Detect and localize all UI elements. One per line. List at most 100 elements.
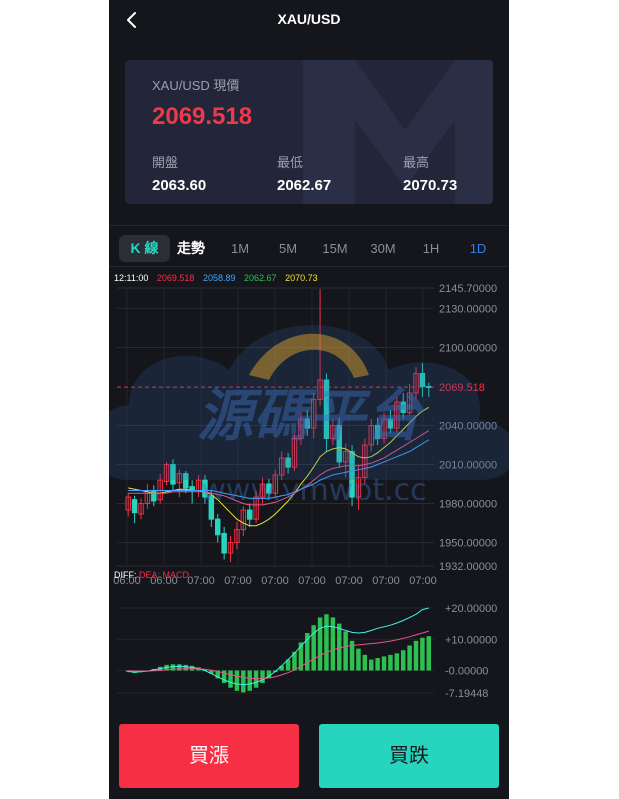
macd-bar: [420, 637, 425, 671]
price-summary-card: XAU/USD 現價 2069.518 開盤 2063.60 最低 2062.6…: [125, 60, 493, 204]
candle: [349, 451, 355, 498]
candle: [304, 418, 311, 429]
macd-bar: [324, 614, 329, 671]
diff-label: DIFF:: [114, 570, 137, 580]
y-tick-label: 2010.00000: [439, 460, 497, 472]
macd-bar: [362, 654, 368, 671]
macd-bar: [260, 670, 265, 684]
y-tick-label: -0.00000: [445, 666, 488, 678]
buy-down-button[interactable]: 買跌: [319, 724, 499, 788]
candle: [419, 372, 426, 387]
x-tick-label: 07:00: [224, 575, 252, 587]
tab-trend[interactable]: 走勢: [172, 232, 210, 265]
macd-bar: [228, 670, 233, 688]
app-screen: XAU/USD XAU/USD 現價 2069.518 開盤 2063.60 最…: [109, 0, 509, 799]
candle: [208, 495, 215, 520]
x-tick-label: 07:00: [261, 575, 289, 587]
buy-up-button[interactable]: 買漲: [119, 724, 299, 788]
macd-bar: [394, 653, 400, 671]
candle: [221, 532, 227, 554]
y-tick-label: 1980.00000: [439, 499, 497, 511]
y-tick-label: -7.19448: [445, 688, 488, 700]
price-legend: 12:11:00 2069.518 2058.89 2062.67 2070.7…: [114, 273, 324, 283]
candle: [374, 425, 381, 440]
y-tick-label: 2069.518: [439, 382, 485, 394]
x-tick-label: 07:00: [298, 575, 326, 587]
macd-bar: [413, 640, 419, 671]
macd-bar: [177, 664, 182, 671]
tab-interval-15m[interactable]: 15M: [317, 232, 353, 265]
tab-interval-30m[interactable]: 30M: [365, 232, 401, 265]
tab-kline[interactable]: K 線: [119, 235, 170, 262]
candle: [215, 518, 221, 536]
legend-close: 2069.518: [156, 273, 195, 283]
legend-ma-green: 2062.67: [244, 273, 277, 283]
macd-bar: [330, 617, 336, 671]
high-value: 2070.73: [403, 177, 458, 194]
macd-bar: [234, 670, 240, 691]
macd-bar: [375, 658, 380, 671]
y-tick-label: 2100.00000: [439, 342, 497, 354]
chart-tabs: K 線 走勢 1M 5M 15M 30M 1H 1D: [109, 232, 509, 265]
macd-bar: [388, 654, 393, 671]
candle: [400, 401, 406, 413]
candle: [202, 479, 208, 498]
legend-ma-yellow: 2070.73: [285, 273, 318, 283]
macd-bar: [381, 656, 387, 671]
macd-bar: [253, 670, 259, 688]
macd-bar: [337, 623, 342, 671]
y-tick-label: 1932.00000: [439, 561, 497, 573]
macd-bar: [400, 650, 406, 671]
tab-interval-1h[interactable]: 1H: [413, 232, 449, 265]
candle: [387, 418, 394, 429]
current-price-value: 2069.518: [152, 103, 253, 130]
macd-bar: [426, 636, 432, 671]
current-price-label: XAU/USD 現價: [152, 78, 240, 93]
y-tick-label: 2145.70000: [439, 283, 497, 295]
x-tick-label: 07:00: [409, 575, 437, 587]
y-tick-label: +10.00000: [445, 634, 497, 646]
low-value: 2062.67: [277, 177, 332, 194]
macd-bar: [356, 648, 361, 671]
macd-bar: [343, 631, 348, 671]
macd-bar: [279, 665, 284, 671]
open-value: 2063.60: [152, 177, 207, 194]
kline-chart[interactable]: 2145.70000 2130.00000 2100.00000 2069.518 20…: [109, 268, 509, 703]
candle: [131, 499, 138, 514]
tab-interval-1d[interactable]: 1D: [460, 232, 496, 265]
open-stat: 開盤 2063.60: [152, 152, 206, 194]
dea-label: DEA: MACD: [139, 570, 190, 580]
macd-bar: [407, 645, 412, 671]
macd-line: [128, 630, 429, 680]
low-stat: 最低 2062.67: [277, 152, 331, 194]
macd-bar: [369, 659, 374, 671]
candle: [426, 385, 432, 388]
macd-bar: [183, 664, 188, 671]
macd-line: [128, 607, 429, 686]
macd-bar: [247, 670, 252, 691]
legend-time: 12:11:00: [114, 273, 149, 283]
high-label: 最高: [403, 155, 430, 170]
divider: [109, 225, 509, 226]
candle: [183, 473, 189, 489]
high-stat: 最高 2070.73: [403, 152, 457, 194]
tab-interval-1m[interactable]: 1M: [222, 232, 258, 265]
candle: [246, 509, 253, 520]
top-nav-bar: XAU/USD: [109, 0, 509, 40]
candle: [266, 483, 272, 494]
macd-legend: DIFF: DEA: MACD: [114, 570, 189, 580]
divider: [109, 266, 509, 267]
chart-canvas[interactable]: 2145.70000 2130.00000 2100.00000 2069.518 20…: [109, 268, 509, 703]
page-title: XAU/USD: [277, 11, 341, 27]
macd-bar: [317, 617, 323, 671]
low-label: 最低: [277, 155, 304, 170]
tab-interval-5m[interactable]: 5M: [270, 232, 306, 265]
y-tick-label: 2130.00000: [439, 303, 497, 315]
y-tick-label: 2040.00000: [439, 421, 497, 433]
candle: [323, 379, 330, 440]
candle: [170, 464, 176, 485]
candle: [336, 425, 342, 463]
open-label: 開盤: [152, 155, 179, 170]
x-tick-label: 07:00: [335, 575, 363, 587]
y-tick-label: 1950.00000: [439, 538, 497, 550]
